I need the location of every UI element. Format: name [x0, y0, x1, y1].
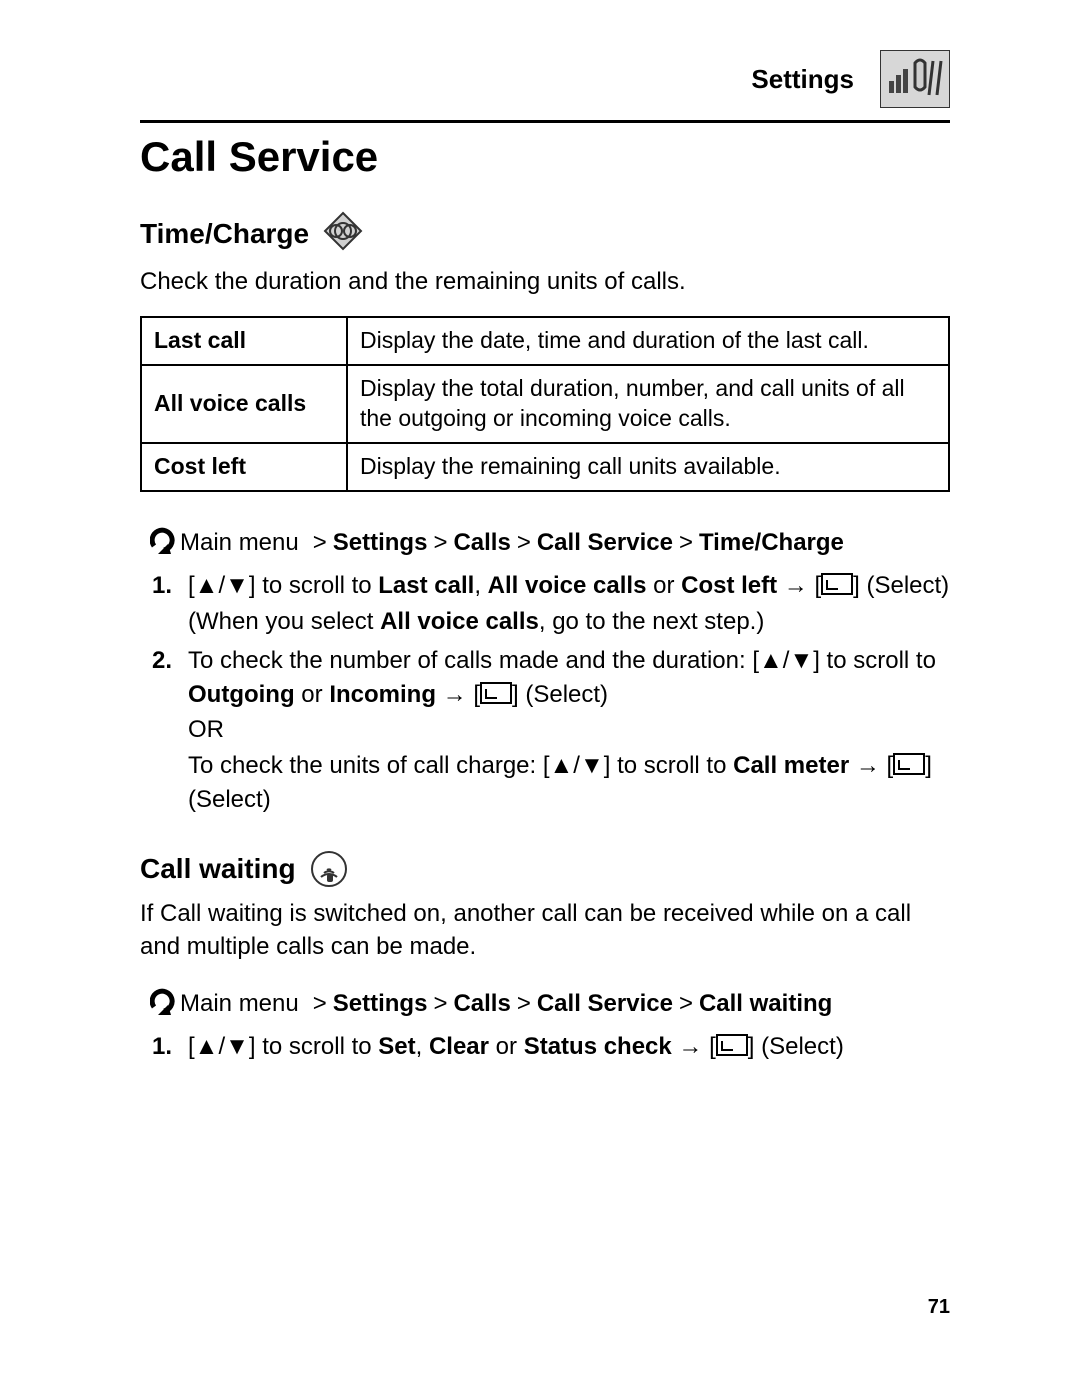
step-text: [▲/▼] to scroll to Last call, All voice …	[188, 569, 950, 638]
breadcrumb-item: Call waiting	[699, 990, 832, 1018]
softkey-icon	[480, 682, 512, 704]
table-cell-desc: Display the date, time and duration of t…	[347, 317, 949, 365]
time-charge-intro: Check the duration and the remaining uni…	[140, 266, 950, 298]
breadcrumb-lead: Main menu	[180, 990, 299, 1018]
table-cell-desc: Display the remaining call units availab…	[347, 443, 949, 491]
section-heading-time-charge: Time/Charge	[140, 218, 309, 250]
breadcrumb-sep: >	[511, 990, 537, 1018]
phone-signal-tools-icon	[880, 50, 950, 108]
time-charge-table: Last call Display the date, time and dur…	[140, 316, 950, 492]
up-triangle-icon: ▲	[759, 647, 783, 674]
nav-arrow-icon	[150, 526, 180, 561]
time-charge-steps: 1. [▲/▼] to scroll to Last call, All voi…	[140, 569, 950, 822]
step-text: [▲/▼] to scroll to Set, Clear or Status …	[188, 1030, 950, 1064]
step-number: 2.	[140, 644, 188, 816]
breadcrumb-item: Settings	[333, 529, 428, 557]
breadcrumb-sep: >	[673, 990, 699, 1018]
table-cell-label: Last call	[141, 317, 347, 365]
breadcrumb-item: Calls	[453, 529, 510, 557]
table-row: Last call Display the date, time and dur…	[141, 317, 949, 365]
diamond-clock-icon	[323, 211, 363, 256]
divider	[140, 120, 950, 123]
step-number: 1.	[140, 1030, 188, 1064]
up-triangle-icon: ▲	[195, 1033, 219, 1060]
radio-waves-icon	[310, 850, 348, 888]
page-number: 71	[928, 1296, 950, 1319]
category-label: Settings	[751, 64, 854, 95]
softkey-icon	[893, 753, 925, 775]
breadcrumb-sep: >	[511, 529, 537, 557]
table-cell-desc: Display the total duration, number, and …	[347, 365, 949, 443]
breadcrumb-sep: >	[427, 990, 453, 1018]
down-triangle-icon: ▼	[225, 572, 249, 599]
softkey-icon	[821, 573, 853, 595]
breadcrumb-item: Call Service	[537, 529, 673, 557]
nav-arrow-icon	[150, 987, 180, 1022]
up-triangle-icon: ▲	[195, 572, 219, 599]
breadcrumb-item: Calls	[453, 990, 510, 1018]
breadcrumb-sep: >	[427, 529, 453, 557]
breadcrumb-item: Call Service	[537, 990, 673, 1018]
call-waiting-steps: 1. [▲/▼] to scroll to Set, Clear or Stat…	[140, 1030, 950, 1070]
table-cell-label: All voice calls	[141, 365, 347, 443]
breadcrumb-sep: >	[673, 529, 699, 557]
breadcrumb-item: Settings	[333, 990, 428, 1018]
table-row: All voice calls Display the total durati…	[141, 365, 949, 443]
page-title: Call Service	[140, 133, 950, 181]
call-waiting-intro: If Call waiting is switched on, another …	[140, 898, 950, 963]
breadcrumb-item: Time/Charge	[699, 529, 844, 557]
list-item: 2. To check the number of calls made and…	[140, 644, 950, 816]
breadcrumb-sep: >	[307, 990, 333, 1018]
step-text: To check the number of calls made and th…	[188, 644, 950, 816]
section-heading-call-waiting: Call waiting	[140, 853, 296, 885]
breadcrumb-sep: >	[307, 529, 333, 557]
softkey-icon	[716, 1034, 748, 1056]
list-item: 1. [▲/▼] to scroll to Set, Clear or Stat…	[140, 1030, 950, 1064]
step-number: 1.	[140, 569, 188, 638]
up-triangle-icon: ▲	[550, 752, 574, 779]
table-row: Cost left Display the remaining call uni…	[141, 443, 949, 491]
list-item: 1. [▲/▼] to scroll to Last call, All voi…	[140, 569, 950, 638]
breadcrumb-time-charge: Main menu > Settings > Calls > Call Serv…	[150, 526, 950, 561]
table-cell-label: Cost left	[141, 443, 347, 491]
breadcrumb-lead: Main menu	[180, 529, 299, 557]
down-triangle-icon: ▼	[580, 752, 604, 779]
down-triangle-icon: ▼	[789, 647, 813, 674]
down-triangle-icon: ▼	[225, 1033, 249, 1060]
breadcrumb-call-waiting: Main menu > Settings > Calls > Call Serv…	[150, 987, 950, 1022]
